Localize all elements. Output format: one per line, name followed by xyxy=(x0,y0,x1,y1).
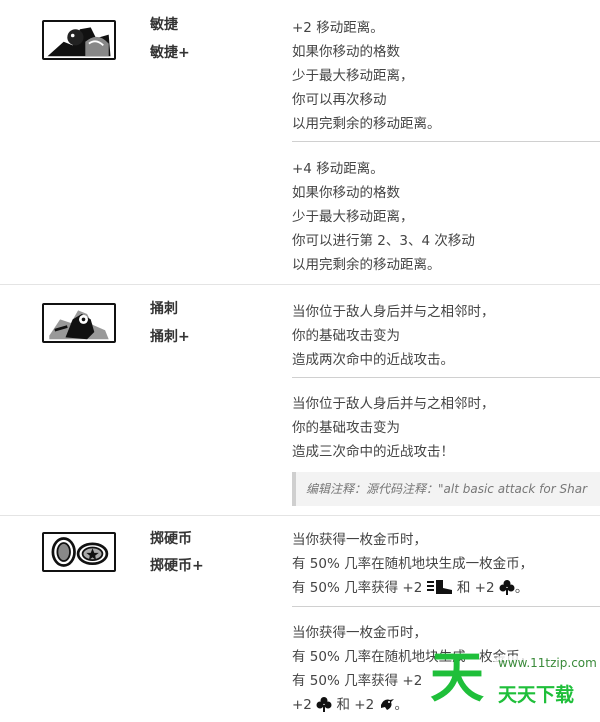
skill-name-plus: 掷硬币+ xyxy=(150,558,204,574)
skill-name-plus: 敏捷+ xyxy=(150,45,190,61)
clover-icon xyxy=(316,697,332,712)
watermark-logo: 天 xyxy=(430,646,484,709)
editor-note: 编辑注释：源代码注释："alt basic attack for Shar xyxy=(292,472,600,506)
agility-icon xyxy=(42,20,116,60)
skill-description: 当你位于敌人身后并与之相邻时， 你的基础攻击变为 造成两次命中的近战攻击。 xyxy=(292,304,495,368)
skill-row-agility: 敏捷 敏捷+ +2 移动距离。 如果你移动的格数 少于最大移动距离， 你可以再次… xyxy=(0,0,600,284)
backstab-icon xyxy=(42,303,116,343)
divider xyxy=(292,377,600,378)
divider xyxy=(292,141,600,142)
clover-icon xyxy=(499,580,515,595)
watermark-url: www.11tzip.com xyxy=(494,656,600,670)
skill-name: 掷硬币 xyxy=(150,531,192,547)
skill-name: 敏捷 xyxy=(150,17,178,33)
watermark-text: 天天下载 xyxy=(498,684,575,706)
divider xyxy=(292,606,600,607)
coin-toss-icon xyxy=(42,532,116,572)
skill-description-upgraded: 当你位于敌人身后并与之相邻时， 你的基础攻击变为 造成三次命中的近战攻击！ xyxy=(292,396,495,460)
skill-description: 当你获得一枚金币时， 有 50% 几率在随机地块生成一枚金币， 有 50% 几率… xyxy=(292,532,534,596)
skill-description-upgraded: +4 移动距离。 如果你移动的格数 少于最大移动距离， 你可以进行第 2、3、4… xyxy=(292,161,475,273)
skill-name-plus: 捅刺+ xyxy=(150,329,190,345)
skill-description: +2 移动距离。 如果你移动的格数 少于最大移动距离， 你可以再次移动 以用完剩… xyxy=(292,20,441,132)
boot-icon xyxy=(426,580,452,594)
skill-name: 捅刺 xyxy=(150,301,178,317)
skill-row-backstab: 捅刺 捅刺+ 当你位于敌人身后并与之相邻时， 你的基础攻击变为 造成两次命中的近… xyxy=(0,285,600,515)
bird-icon xyxy=(380,699,394,710)
